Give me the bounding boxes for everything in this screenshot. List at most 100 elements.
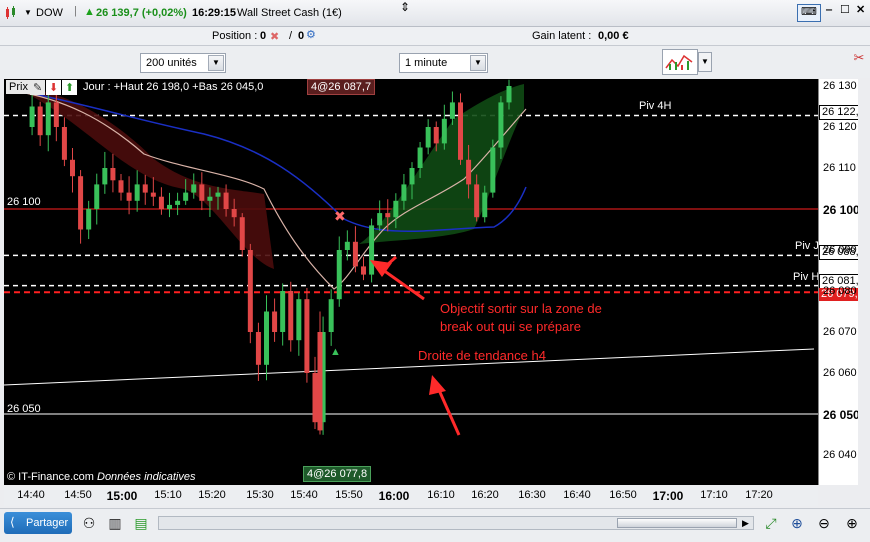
indicator-list-icon[interactable]: ▤	[132, 514, 150, 532]
maximize-icon[interactable]: ☐	[840, 3, 850, 16]
sell-icon[interactable]: ⬇	[46, 80, 62, 95]
timeframe-value: 1 minute	[405, 57, 448, 69]
ohlc-info: Jour : +Haut 26 198,0 +Bas 26 045,0	[83, 81, 264, 93]
price-tick-label: 26 040	[823, 449, 857, 461]
close-position-icon[interactable]: ✖	[270, 30, 279, 43]
candle-body	[223, 192, 229, 209]
top-order-tag[interactable]: 4@26 087,7	[307, 79, 376, 95]
share-icon: ⟨	[10, 515, 15, 529]
settings-gear-icon[interactable]: ⚙	[306, 28, 316, 41]
candle-body	[231, 209, 237, 218]
candle-body	[78, 176, 84, 230]
zoom-in-icon[interactable]: ⊕	[843, 514, 861, 532]
candle-body	[393, 200, 399, 218]
time-tick-label: 14:50	[64, 489, 92, 501]
price-tick-label: 26 120	[823, 121, 857, 133]
candle-body	[70, 159, 75, 177]
candle-body	[37, 106, 43, 136]
time-tick-label: 15:40	[290, 489, 318, 501]
candle-body	[207, 196, 213, 201]
chart-tool-icon[interactable]: ✎	[30, 80, 46, 95]
bottom-order-tag[interactable]: 4@26 077,8	[303, 466, 372, 482]
price-tick-label: 26 080	[823, 285, 857, 297]
share-button[interactable]: ⟨ Partager	[4, 512, 72, 534]
trendline-h4	[4, 348, 815, 386]
candle-body	[385, 213, 391, 218]
candle-body	[61, 127, 67, 160]
indicators-button[interactable]	[662, 49, 698, 75]
candle-body	[377, 213, 383, 226]
indicators-dropdown[interactable]: ▼	[698, 52, 712, 72]
scrollbar-thumb[interactable]	[617, 518, 737, 528]
symbol-label[interactable]: DOW	[36, 7, 63, 19]
candle-body	[344, 241, 350, 250]
price-chart[interactable]: ✖ ▲ Prix ✎ ⬇ ⬆ Jour : +Haut 26 198,0 +Bas…	[4, 79, 818, 485]
candle-body	[199, 184, 205, 201]
candle-body	[118, 180, 124, 193]
disclaimer: Données indicatives	[97, 471, 196, 483]
time-tick-label: 16:30	[518, 489, 546, 501]
chart-settings-icon[interactable]: ✂	[850, 50, 868, 76]
time-axis[interactable]: 14:40 14:50 15:00 15:10 15:20 15:30 15:40 15:50…	[4, 486, 818, 506]
candle-body	[94, 184, 100, 209]
timeframe-select[interactable]: 1 minute ▼	[399, 53, 488, 73]
time-tick-label: 17:20	[745, 489, 773, 501]
magnet-icon[interactable]: ⚇	[80, 514, 98, 532]
candle-body	[425, 127, 431, 148]
candle-body	[255, 332, 261, 365]
instrument-name: Wall Street Cash (1€)	[237, 7, 342, 19]
candle-body	[272, 311, 278, 332]
candle-body	[126, 192, 132, 201]
chart-scrollbar[interactable]	[158, 516, 754, 530]
bar-chart-icon[interactable]: ▥	[106, 514, 124, 532]
position-value-2: 0	[298, 30, 305, 42]
zoom-out-icon[interactable]: ⊖	[815, 514, 833, 532]
candle-body	[433, 127, 439, 144]
candle-body	[490, 147, 496, 193]
candle-body	[336, 250, 342, 300]
chart-toolbar: 200 unités ▼ 1 minute ▼ ▼ ✂	[0, 46, 870, 78]
copyright: © IT-Finance.com	[7, 471, 94, 483]
candle-body	[150, 192, 156, 197]
close-icon[interactable]: ✕	[856, 3, 865, 16]
candle-body	[239, 217, 245, 250]
candle-body	[288, 291, 294, 341]
keyboard-icon[interactable]: ⌨	[797, 4, 821, 22]
separator-icon: |	[74, 5, 77, 17]
buy-icon[interactable]: ⬆	[62, 80, 78, 95]
candle-body	[466, 159, 472, 185]
units-select[interactable]: 200 unités ▼	[140, 53, 226, 73]
chevron-down-icon[interactable]: ▼	[470, 55, 486, 71]
candle-body	[280, 291, 286, 332]
price-tick-label: 26 110	[823, 162, 856, 174]
candlestick-icon[interactable]	[4, 6, 18, 20]
price-axis[interactable]: 26 122,8 26 088,7 26 081,3 26 079,7 26 1…	[818, 79, 868, 485]
chevron-down-icon[interactable]: ▼	[208, 55, 224, 71]
auto-scale-icon[interactable]: ⤢	[762, 514, 780, 532]
scroll-right-button[interactable]: ▶	[742, 517, 752, 529]
position-separator: /	[289, 30, 293, 42]
share-label: Partager	[26, 517, 69, 529]
position-bar: Position : 0 ✖ / 0 ⚙ Gain latent : 0,00 …	[0, 27, 870, 46]
candle-body	[498, 102, 504, 148]
clock-time: 16:29:15	[192, 7, 237, 19]
up-arrow-icon: ▲	[84, 6, 95, 18]
candle-body	[53, 102, 59, 127]
candle-body	[215, 192, 221, 197]
symbol-dropdown-arrow[interactable]: ▼	[24, 8, 32, 17]
candle-body	[110, 168, 116, 181]
candle-body	[158, 196, 164, 209]
candle-body	[474, 184, 480, 218]
time-tick-label: 17:00	[652, 489, 684, 503]
right-side-tools	[858, 79, 870, 485]
price-change: 26 139,7 (+0,02%)	[96, 7, 187, 19]
minimize-icon[interactable]: ‒	[826, 4, 832, 16]
drag-handle-icon[interactable]: ⇕	[400, 0, 410, 14]
piv-j-label: Piv J	[795, 240, 818, 252]
time-tick-label: 16:50	[609, 489, 637, 501]
gain-label: Gain latent :	[532, 30, 592, 42]
chart-canvas: ✖▲	[4, 79, 818, 436]
objective-annotation-line1: Objectif sortir sur la zone de	[440, 301, 602, 316]
candle-body	[506, 86, 512, 103]
zoom-fit-icon[interactable]: ⊕	[788, 514, 806, 532]
